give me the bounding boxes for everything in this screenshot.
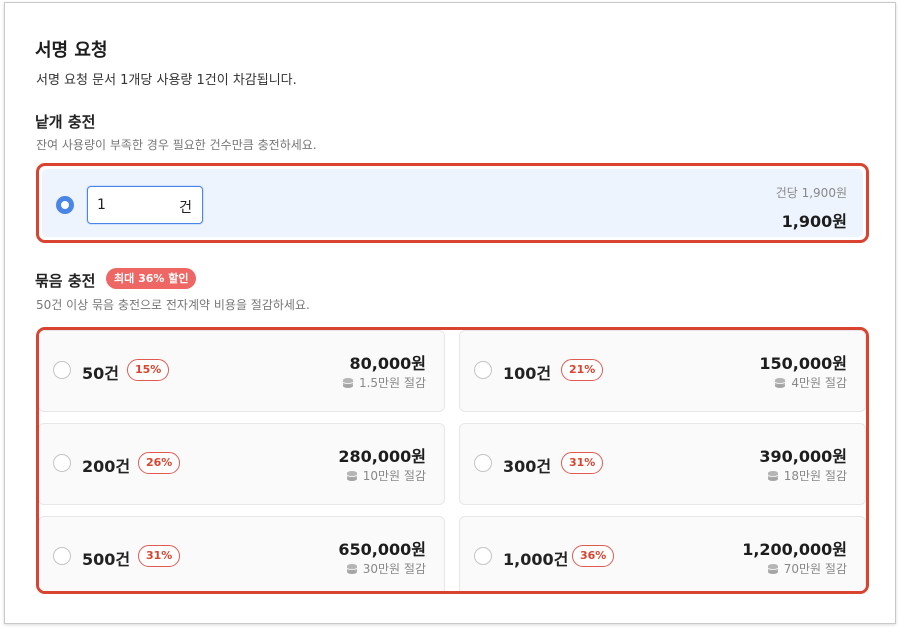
bundle-radio[interactable] <box>53 361 71 379</box>
bundle-option-100[interactable]: 100건 21% 150,000원 4만원 절감 <box>459 330 866 412</box>
bundle-option-300[interactable]: 300건 31% 390,000원 18만원 절감 <box>459 423 866 505</box>
bundle-radio[interactable] <box>474 547 492 565</box>
quantity-unit: 건 <box>179 200 192 216</box>
bundle-saving: 1.5만원 절감 <box>341 374 426 391</box>
bundle-option-1000[interactable]: 1,000건 36% 1,200,000원 70만원 절감 <box>459 516 866 591</box>
bundle-count: 50건 <box>82 364 119 383</box>
bundle-options: 50건 15% 80,000원 1.5만원 절감 100건 21% 150,00… <box>36 327 869 594</box>
bundle-option-500[interactable]: 500건 31% 650,000원 30만원 절감 <box>39 516 445 591</box>
bundle-price: 80,000원 <box>349 354 426 373</box>
bundle-price: 1,200,000원 <box>742 540 847 559</box>
bundle-price: 280,000원 <box>338 447 426 466</box>
coins-icon <box>346 564 357 574</box>
single-charge-radio[interactable] <box>56 196 74 214</box>
bundle-count: 100건 <box>503 364 552 383</box>
discount-badge: 26% <box>138 452 181 474</box>
bundle-radio[interactable] <box>474 454 492 472</box>
bundle-saving: 30만원 절감 <box>345 560 426 577</box>
max-discount-badge: 최대 36% 할인 <box>106 268 197 289</box>
bundle-saving: 70만원 절감 <box>766 560 847 577</box>
pricing-panel: 서명 요청 서명 요청 문서 1개당 사용량 1건이 차감됩니다. 낱개 충전 … <box>4 2 896 624</box>
discount-badge: 15% <box>127 359 170 381</box>
quantity-input[interactable]: 1 건 <box>87 186 203 224</box>
single-section-title: 낱개 충전 <box>35 113 96 131</box>
coins-icon <box>775 378 786 388</box>
coins-icon <box>767 471 778 481</box>
discount-badge: 31% <box>561 452 604 474</box>
bundle-count: 1,000건 <box>503 550 569 569</box>
discount-badge: 36% <box>572 545 615 567</box>
single-charge-option[interactable]: 1 건 건당 1,900원 1,900원 <box>36 163 869 243</box>
coins-icon <box>767 564 778 574</box>
discount-badge: 21% <box>561 359 604 381</box>
bundle-section-description: 50건 이상 묶음 충전으로 전자계약 비용을 절감하세요. <box>36 298 310 312</box>
page-description: 서명 요청 문서 1개당 사용량 1건이 차감됩니다. <box>36 73 297 88</box>
bundle-saving: 4만원 절감 <box>773 374 847 391</box>
page-title: 서명 요청 <box>35 40 108 61</box>
bundle-price: 390,000원 <box>759 447 847 466</box>
bundle-count: 200건 <box>82 457 131 476</box>
discount-badge: 31% <box>138 545 181 567</box>
total-price: 1,900원 <box>781 212 847 231</box>
bundle-price: 650,000원 <box>338 540 426 559</box>
bundle-count: 500건 <box>82 550 131 569</box>
bundle-price: 150,000원 <box>759 354 847 373</box>
coins-icon <box>346 471 357 481</box>
bundle-radio[interactable] <box>53 547 71 565</box>
unit-price: 건당 1,900원 <box>775 186 847 200</box>
coins-icon <box>342 378 354 388</box>
bundle-count: 300건 <box>503 457 552 476</box>
bundle-saving: 18만원 절감 <box>766 467 847 484</box>
bundle-saving: 10만원 절감 <box>345 467 426 484</box>
quantity-value[interactable]: 1 <box>97 197 106 213</box>
single-section-description: 잔여 사용량이 부족한 경우 필요한 건수만큼 충전하세요. <box>36 138 317 152</box>
bundle-section-title: 묶음 충전 <box>35 272 96 290</box>
bundle-radio[interactable] <box>53 454 71 472</box>
bundle-option-200[interactable]: 200건 26% 280,000원 10만원 절감 <box>39 423 445 505</box>
bundle-option-50[interactable]: 50건 15% 80,000원 1.5만원 절감 <box>39 330 445 412</box>
bundle-radio[interactable] <box>474 361 492 379</box>
